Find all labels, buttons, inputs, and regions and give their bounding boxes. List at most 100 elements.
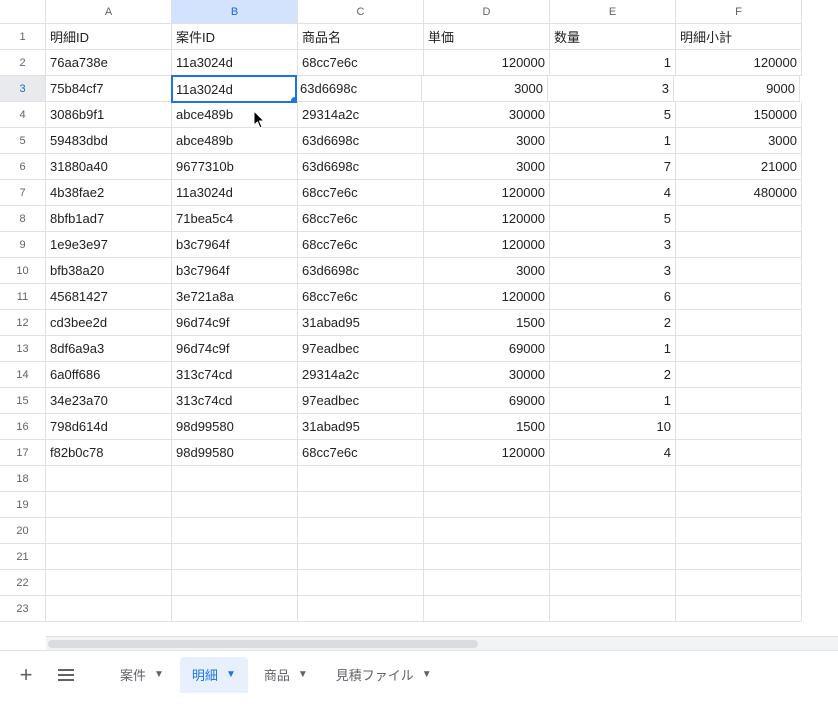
cell-C16[interactable]: 31abad95 — [298, 414, 424, 440]
cell-A9[interactable]: 1e9e3e97 — [46, 232, 172, 258]
column-header-D[interactable]: D — [424, 0, 550, 24]
cell-D22[interactable] — [424, 570, 550, 596]
row-header[interactable]: 4 — [0, 102, 46, 128]
cell-D14[interactable]: 30000 — [424, 362, 550, 388]
row-header[interactable]: 20 — [0, 518, 46, 544]
row-header[interactable]: 15 — [0, 388, 46, 414]
cell-E23[interactable] — [550, 596, 676, 622]
cell-B9[interactable]: b3c7964f — [172, 232, 298, 258]
cell-B18[interactable] — [172, 466, 298, 492]
row-header[interactable]: 7 — [0, 180, 46, 206]
cell-B20[interactable] — [172, 518, 298, 544]
cell-F6[interactable]: 21000 — [676, 154, 802, 180]
cell-E15[interactable]: 1 — [550, 388, 676, 414]
cell-C13[interactable]: 97eadbec — [298, 336, 424, 362]
cell-C8[interactable]: 68cc7e6c — [298, 206, 424, 232]
cell-C5[interactable]: 63d6698c — [298, 128, 424, 154]
cell-E1[interactable]: 数量 — [550, 24, 676, 50]
cell-B15[interactable]: 313c74cd — [172, 388, 298, 414]
cell-D17[interactable]: 120000 — [424, 440, 550, 466]
cell-A19[interactable] — [46, 492, 172, 518]
cell-A8[interactable]: 8bfb1ad7 — [46, 206, 172, 232]
cell-F12[interactable] — [676, 310, 802, 336]
cell-A10[interactable]: bfb38a20 — [46, 258, 172, 284]
cell-D15[interactable]: 69000 — [424, 388, 550, 414]
cell-A5[interactable]: 59483dbd — [46, 128, 172, 154]
chevron-down-icon[interactable]: ▼ — [422, 669, 432, 680]
cell-B14[interactable]: 313c74cd — [172, 362, 298, 388]
cell-E3[interactable]: 3 — [548, 76, 674, 102]
cell-B8[interactable]: 71bea5c4 — [172, 206, 298, 232]
row-header[interactable]: 11 — [0, 284, 46, 310]
cell-E2[interactable]: 1 — [550, 50, 676, 76]
cell-F18[interactable] — [676, 466, 802, 492]
cell-D7[interactable]: 120000 — [424, 180, 550, 206]
cell-D11[interactable]: 120000 — [424, 284, 550, 310]
cell-D16[interactable]: 1500 — [424, 414, 550, 440]
cell-E20[interactable] — [550, 518, 676, 544]
select-all-corner[interactable] — [0, 0, 46, 24]
cell-B5[interactable]: abce489b — [172, 128, 298, 154]
cell-C22[interactable] — [298, 570, 424, 596]
cell-F11[interactable] — [676, 284, 802, 310]
cell-A15[interactable]: 34e23a70 — [46, 388, 172, 414]
cell-E19[interactable] — [550, 492, 676, 518]
cell-D8[interactable]: 120000 — [424, 206, 550, 232]
row-header[interactable]: 21 — [0, 544, 46, 570]
scrollbar-thumb[interactable] — [48, 640, 478, 648]
row-header[interactable]: 23 — [0, 596, 46, 622]
cell-C7[interactable]: 68cc7e6c — [298, 180, 424, 206]
cell-B11[interactable]: 3e721a8a — [172, 284, 298, 310]
cell-B2[interactable]: 11a3024d — [172, 50, 298, 76]
cell-F1[interactable]: 明細小計 — [676, 24, 802, 50]
cell-C9[interactable]: 68cc7e6c — [298, 232, 424, 258]
selection-handle[interactable] — [291, 97, 297, 103]
cell-E13[interactable]: 1 — [550, 336, 676, 362]
cell-D10[interactable]: 3000 — [424, 258, 550, 284]
cell-E9[interactable]: 3 — [550, 232, 676, 258]
cell-C14[interactable]: 29314a2c — [298, 362, 424, 388]
cell-A12[interactable]: cd3bee2d — [46, 310, 172, 336]
column-header-B[interactable]: B — [172, 0, 298, 24]
cell-F5[interactable]: 3000 — [676, 128, 802, 154]
cell-E14[interactable]: 2 — [550, 362, 676, 388]
cell-A4[interactable]: 3086b9f1 — [46, 102, 172, 128]
cell-A3[interactable]: 75b84cf7 — [46, 76, 172, 102]
row-header[interactable]: 10 — [0, 258, 46, 284]
cell-F7[interactable]: 480000 — [676, 180, 802, 206]
column-header-E[interactable]: E — [550, 0, 676, 24]
cell-A18[interactable] — [46, 466, 172, 492]
cell-D12[interactable]: 1500 — [424, 310, 550, 336]
row-header[interactable]: 16 — [0, 414, 46, 440]
cell-F8[interactable] — [676, 206, 802, 232]
cell-A2[interactable]: 76aa738e — [46, 50, 172, 76]
sheet-tab-商品[interactable]: 商品▼ — [252, 657, 320, 693]
cell-C2[interactable]: 68cc7e6c — [298, 50, 424, 76]
cell-D19[interactable] — [424, 492, 550, 518]
cell-A23[interactable] — [46, 596, 172, 622]
chevron-down-icon[interactable]: ▼ — [226, 669, 236, 680]
cell-F16[interactable] — [676, 414, 802, 440]
cell-A1[interactable]: 明細ID — [46, 24, 172, 50]
cell-E17[interactable]: 4 — [550, 440, 676, 466]
cell-A16[interactable]: 798d614d — [46, 414, 172, 440]
cell-F20[interactable] — [676, 518, 802, 544]
cell-E12[interactable]: 2 — [550, 310, 676, 336]
row-header[interactable]: 19 — [0, 492, 46, 518]
row-header[interactable]: 8 — [0, 206, 46, 232]
cell-B17[interactable]: 98d99580 — [172, 440, 298, 466]
row-header[interactable]: 17 — [0, 440, 46, 466]
cell-C15[interactable]: 97eadbec — [298, 388, 424, 414]
cell-F4[interactable]: 150000 — [676, 102, 802, 128]
cell-B3[interactable]: 11a3024d — [171, 75, 297, 103]
cell-A6[interactable]: 31880a40 — [46, 154, 172, 180]
cell-B12[interactable]: 96d74c9f — [172, 310, 298, 336]
cell-F9[interactable] — [676, 232, 802, 258]
add-sheet-button[interactable]: + — [8, 657, 44, 693]
cell-F10[interactable] — [676, 258, 802, 284]
cell-F14[interactable] — [676, 362, 802, 388]
cell-C1[interactable]: 商品名 — [298, 24, 424, 50]
cell-A17[interactable]: f82b0c78 — [46, 440, 172, 466]
row-header[interactable]: 18 — [0, 466, 46, 492]
cell-A7[interactable]: 4b38fae2 — [46, 180, 172, 206]
